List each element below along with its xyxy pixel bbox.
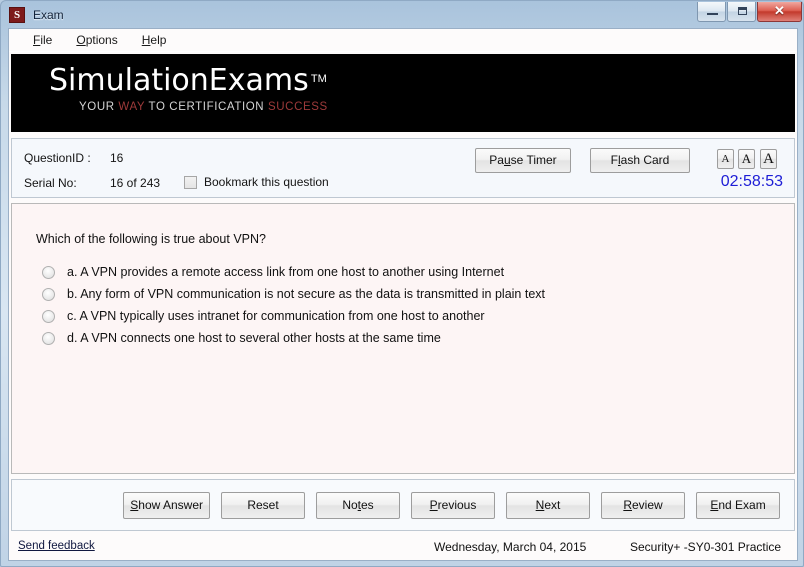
- logo-label: SimulationExams: [49, 63, 309, 98]
- action-button-bar: Show Answer Reset Notes Previous Next Re…: [11, 479, 795, 531]
- tagline-part-4: SUCCESS: [268, 101, 328, 113]
- font-size-medium-button[interactable]: A: [738, 149, 755, 169]
- window-controls: ✕: [696, 2, 802, 22]
- status-bar: Send feedback Wednesday, March 04, 2015 …: [9, 534, 797, 560]
- banner-content: SimulationExams TM YOUR WAY TO CERTIFICA…: [49, 63, 328, 114]
- reset-button[interactable]: Reset: [221, 491, 305, 519]
- trademark-icon: TM: [310, 73, 327, 85]
- answer-options: a. A VPN provides a remote access link f…: [42, 261, 545, 349]
- radio-icon-a[interactable]: [42, 265, 55, 279]
- answer-option-b-label: b. Any form of VPN communication is not …: [67, 287, 546, 301]
- tagline-part-3: TO CERTIFICATION: [148, 101, 268, 113]
- reset-label: Reset: [247, 497, 279, 512]
- banner-tagline: YOUR WAY TO CERTIFICATION SUCCESS: [79, 101, 328, 113]
- font-size-large-button[interactable]: A: [760, 149, 777, 169]
- app-icon: S: [9, 6, 25, 23]
- radio-icon-c[interactable]: [42, 309, 55, 323]
- show-answer-post: how Answer: [138, 497, 203, 512]
- question-id-label: QuestionID :: [24, 151, 91, 165]
- client-area: File Options Help SimulationExams TM YOU…: [8, 28, 798, 561]
- close-icon: ✕: [774, 3, 785, 18]
- answer-option-a[interactable]: a. A VPN provides a remote access link f…: [42, 261, 545, 283]
- question-id-value: 16: [110, 151, 124, 165]
- question-panel: Which of the following is true about VPN…: [11, 203, 795, 474]
- minimize-button[interactable]: [697, 2, 726, 22]
- menu-bar: File Options Help: [9, 29, 797, 52]
- maximize-button[interactable]: [727, 2, 756, 22]
- review-post: eview: [631, 497, 663, 512]
- flash-card-pre: F: [610, 153, 618, 167]
- review-accel: R: [623, 497, 632, 512]
- menu-item-help[interactable]: Help: [130, 31, 179, 49]
- menu-item-options[interactable]: Options: [64, 31, 129, 49]
- status-date: Wednesday, March 04, 2015: [434, 540, 587, 554]
- pause-timer-pre: Pa: [489, 153, 504, 167]
- flash-card-button[interactable]: Flash Card: [590, 148, 690, 173]
- bookmark-label: Bookmark this question: [204, 175, 329, 189]
- previous-button[interactable]: Previous: [411, 491, 495, 519]
- serial-no-label: Serial No:: [24, 176, 77, 190]
- radio-icon-d[interactable]: [42, 331, 55, 345]
- brand-banner: SimulationExams TM YOUR WAY TO CERTIFICA…: [11, 54, 795, 132]
- flash-card-post: ash Card: [620, 153, 670, 167]
- bookmark-checkbox-row[interactable]: Bookmark this question: [184, 175, 329, 189]
- end-exam-button[interactable]: End Exam: [696, 491, 780, 519]
- answer-option-d-label: d. A VPN connects one host to several ot…: [67, 331, 441, 345]
- window-title: Exam: [33, 7, 64, 22]
- answer-option-a-label: a. A VPN provides a remote access link f…: [67, 265, 505, 279]
- previous-post: revious: [437, 497, 477, 512]
- font-size-small-button[interactable]: A: [717, 149, 734, 169]
- answer-option-c[interactable]: c. A VPN typically uses intranet for com…: [42, 305, 545, 327]
- logo-text: SimulationExams TM: [49, 63, 327, 98]
- end-exam-post: nd Exam: [718, 497, 766, 512]
- pause-timer-button[interactable]: Pause Timer: [475, 148, 571, 173]
- notes-post: es: [361, 497, 374, 512]
- notes-button[interactable]: Notes: [316, 491, 400, 519]
- notes-pre: No: [342, 497, 358, 512]
- radio-icon-b[interactable]: [42, 287, 55, 301]
- tagline-part-2: WAY: [118, 101, 149, 113]
- pause-timer-accel: u: [503, 153, 511, 167]
- title-bar: S Exam ✕: [1, 1, 804, 28]
- close-button[interactable]: ✕: [757, 2, 802, 22]
- serial-no-value: 16 of 243: [110, 176, 161, 190]
- maximize-icon: [738, 7, 747, 15]
- previous-accel: P: [429, 497, 438, 512]
- menu-item-file[interactable]: File: [21, 31, 64, 49]
- question-text: Which of the following is true about VPN…: [36, 232, 266, 246]
- question-info-panel: QuestionID : 16 Serial No: 16 of 243 Boo…: [11, 138, 795, 198]
- show-answer-button[interactable]: Show Answer: [123, 491, 210, 519]
- application-window: S Exam ✕ File Options Help SimulationExa…: [0, 0, 804, 567]
- bookmark-checkbox[interactable]: [184, 175, 197, 189]
- review-button[interactable]: Review: [601, 491, 685, 519]
- next-post: ext: [544, 497, 561, 512]
- pause-timer-post: se Timer: [510, 153, 557, 167]
- status-exam-name: Security+ -SY0-301 Practice: [630, 540, 782, 554]
- next-button[interactable]: Next: [506, 491, 590, 519]
- send-feedback-link[interactable]: Send feedback: [18, 540, 95, 552]
- answer-option-c-label: c. A VPN typically uses intranet for com…: [67, 309, 485, 323]
- window-frame: S Exam ✕ File Options Help SimulationExa…: [0, 0, 804, 567]
- answer-option-d[interactable]: d. A VPN connects one host to several ot…: [42, 327, 545, 349]
- countdown-timer: 02:58:53: [720, 173, 783, 190]
- tagline-part-1: YOUR: [79, 101, 119, 113]
- minimize-icon: [707, 13, 718, 15]
- answer-option-b[interactable]: b. Any form of VPN communication is not …: [42, 283, 545, 305]
